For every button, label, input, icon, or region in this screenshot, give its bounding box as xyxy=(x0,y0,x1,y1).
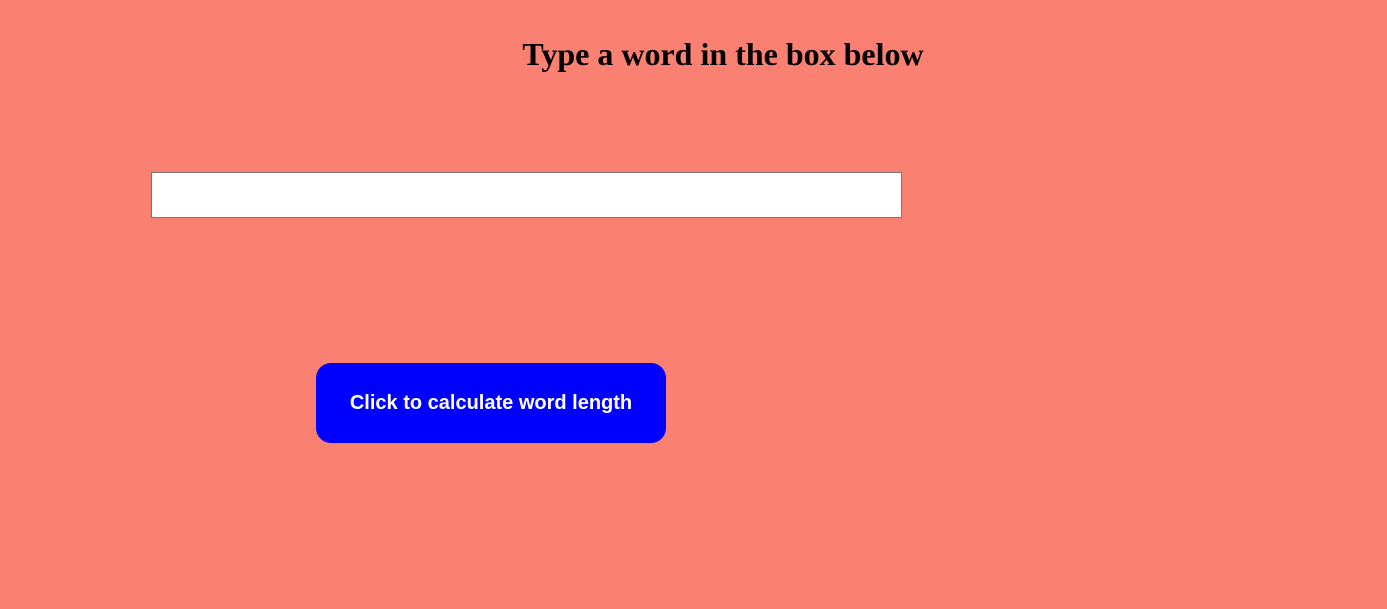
page-container: Type a word in the box below Click to ca… xyxy=(0,0,1387,609)
calculate-word-length-button[interactable]: Click to calculate word length xyxy=(316,363,666,443)
word-input[interactable] xyxy=(151,172,902,218)
page-heading: Type a word in the box below xyxy=(522,36,924,72)
